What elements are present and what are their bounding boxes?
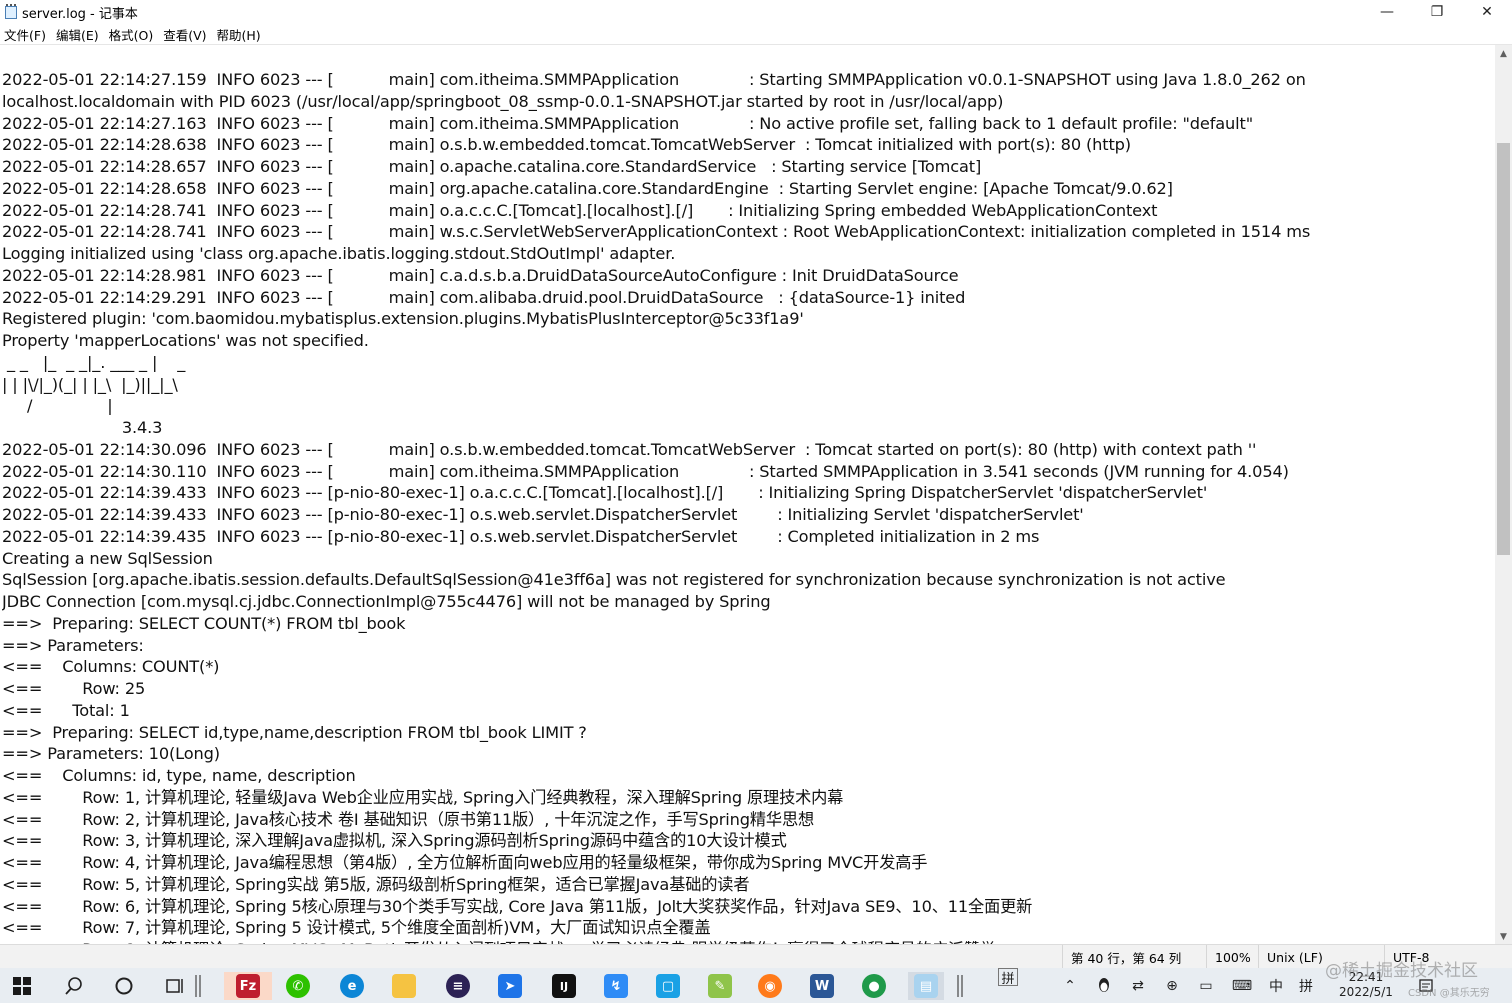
menu-edit[interactable]: 编辑(E) [52, 25, 103, 44]
input-language[interactable]: 中 [1264, 974, 1288, 998]
battery-icon[interactable]: ▭ [1194, 974, 1218, 998]
dingtalk-app-icon[interactable]: ↯ [598, 972, 634, 1000]
log-line: 2022-05-01 22:14:28.741 INFO 6023 --- [ … [2, 200, 1158, 220]
log-line: 2022-05-01 22:14:28.741 INFO 6023 --- [ … [2, 222, 1311, 242]
log-line: localhost.localdomain with PID 6023 (/us… [2, 91, 1004, 111]
log-line: 2022-05-01 22:14:39.433 INFO 6023 --- [p… [2, 505, 1084, 524]
log-line: Creating a new SqlSession [2, 548, 213, 568]
menu-view[interactable]: 查看(V) [159, 25, 210, 44]
file-explorer-app-icon[interactable] [386, 972, 422, 1000]
title-bar: server.log - 记事本 — ❐ ✕ [0, 0, 1512, 24]
keyboard-icon[interactable]: ⌨ [1230, 974, 1254, 998]
scroll-down-arrow-icon[interactable]: ▼ [1495, 928, 1512, 944]
scroll-up-arrow-icon[interactable]: ▲ [1495, 45, 1512, 62]
watermark: @稀土掘金技术社区 [1325, 961, 1478, 981]
text-editor[interactable]: 2022-05-01 22:14:27.159 INFO 6023 --- [ … [0, 44, 1512, 944]
log-line: <== Row: 3, 计算机理论, 深入理解Java虚拟机, 深入Spring… [2, 831, 787, 851]
log-line: 2022-05-01 22:14:28.981 INFO 6023 --- [ … [2, 265, 959, 285]
log-line: <== Row: 6, 计算机理论, Spring 5核心原理与30个类手写实战… [2, 896, 1033, 916]
start-button[interactable] [4, 972, 40, 1000]
search-icon[interactable] [56, 972, 92, 1000]
close-button[interactable]: ✕ [1462, 0, 1512, 24]
log-line: / | [2, 396, 158, 416]
log-line: 2022-05-01 22:14:39.433 INFO 6023 --- [p… [2, 483, 1208, 503]
ime-pinyin[interactable]: 拼 [1294, 974, 1318, 998]
word-app-icon[interactable]: W [804, 972, 840, 1000]
log-line: ==> Preparing: SELECT COUNT(*) FROM tbl_… [2, 613, 406, 633]
restore-button[interactable]: ❐ [1412, 0, 1462, 24]
scrollbar-thumb[interactable] [1497, 143, 1510, 555]
menu-help[interactable]: 帮助(H) [213, 25, 265, 44]
log-line: SqlSession [org.apache.ibatis.session.de… [2, 570, 1226, 590]
log-line: _ _ |_ _ _|_. ___ _ | _ [2, 352, 191, 372]
log-line: <== Row: 7, 计算机理论, Spring 5 设计模式, 5个维度全面… [2, 918, 711, 938]
log-line: 2022-05-01 22:14:27.163 INFO 6023 --- [ … [2, 113, 1253, 133]
log-line: ==> Parameters: 10(Long) [2, 744, 220, 764]
log-line: 2022-05-01 22:14:27.159 INFO 6023 --- [ … [2, 70, 1306, 89]
log-line: <== Row: 5, 计算机理论, Spring实战 第5版, 源码级剖析Sp… [2, 874, 750, 894]
window-controls: — ❐ ✕ [1362, 0, 1512, 24]
minimize-button[interactable]: — [1362, 0, 1412, 24]
log-text-area[interactable]: 2022-05-01 22:14:27.159 INFO 6023 --- [ … [2, 69, 1492, 944]
log-line: ==> Preparing: SELECT id,type,name,descr… [2, 722, 587, 742]
log-line: Registered plugin: 'com.baomidou.mybatis… [2, 309, 804, 329]
log-line: Logging initialized using 'class org.apa… [2, 244, 676, 263]
filezilla-app-icon[interactable]: Fz [224, 972, 272, 1000]
feishu-app-icon[interactable]: ➤ [492, 972, 528, 1000]
notepad-icon [4, 4, 18, 20]
sliders-tray-icon[interactable]: ⇄ [1126, 974, 1150, 998]
cortana-icon[interactable] [106, 972, 142, 1000]
log-line: <== Columns: COUNT(*) [2, 657, 220, 677]
log-line: ==> Parameters: [2, 635, 149, 655]
log-line: 2022-05-01 22:14:39.435 INFO 6023 --- [p… [2, 526, 1040, 546]
log-line: <== Row: 25 [2, 679, 146, 698]
watermark-small: CSDN @其乐无穷 [1408, 988, 1490, 999]
log-line: 2022-05-01 22:14:28.638 INFO 6023 --- [ … [2, 135, 1131, 155]
log-line: 3.4.3 [2, 418, 168, 437]
log-line: <== Row: 2, 计算机理论, Java核心技术 卷I 基础知识（原书第1… [2, 809, 815, 829]
menu-bar: 文件(F) 编辑(E) 格式(O) 查看(V) 帮助(H) [0, 24, 1512, 44]
firefox-app-icon[interactable]: ◉ [752, 972, 788, 1000]
log-line: 2022-05-01 22:14:28.657 INFO 6023 --- [ … [2, 157, 982, 176]
log-line: 2022-05-01 22:14:30.110 INFO 6023 --- [ … [2, 461, 1289, 481]
log-line: <== Total: 1 [2, 700, 130, 720]
qq-tray-icon[interactable] [1092, 974, 1116, 998]
log-line: Property 'mapperLocations' was not speci… [2, 331, 369, 350]
taskbar: Fz ✆ e ≡ ➤ IJ ↯ ▢ ✎ ◉ W ● ▤ 拼 ⌃ ⇄ ⊕ ▭ ⌨ … [0, 961, 1512, 1003]
chevron-up-icon[interactable]: ⌃ [1058, 974, 1082, 998]
zoom-level: 100% [1206, 945, 1258, 969]
log-line: 2022-05-01 22:14:29.291 INFO 6023 --- [ … [2, 287, 966, 307]
green-app-icon[interactable]: ● [856, 972, 892, 1000]
screenshot-app-icon[interactable]: ▢ [650, 972, 686, 1000]
menu-format[interactable]: 格式(O) [105, 25, 158, 44]
log-line: 2022-05-01 22:14:30.096 INFO 6023 --- [ … [2, 439, 1257, 459]
windows-logo-icon [13, 977, 31, 995]
notepad-app-icon[interactable]: ▤ [908, 972, 944, 1000]
edge-app-icon[interactable]: e [334, 972, 370, 1000]
log-line: 2022-05-01 22:14:28.658 INFO 6023 --- [ … [2, 178, 1173, 198]
log-line: <== Row: 1, 计算机理论, 轻量级Java Web企业应用实战, Sp… [2, 787, 844, 807]
intellij-app-icon[interactable]: IJ [546, 972, 582, 1000]
task-view-icon[interactable] [156, 972, 192, 1000]
taskbar-divider [188, 972, 208, 1000]
wechat-app-icon[interactable]: ✆ [280, 972, 316, 1000]
vertical-scrollbar[interactable]: ▲ ▼ [1495, 45, 1512, 944]
log-line: <== Row: 4, 计算机理论, Java编程思想（第4版）, 全方位解析面… [2, 853, 928, 872]
ime-mode-indicator[interactable]: 拼 [998, 968, 1018, 987]
notepad-plus-app-icon[interactable]: ✎ [702, 972, 738, 1000]
taskbar-divider-2 [950, 972, 970, 1000]
eclipse-app-icon[interactable]: ≡ [440, 972, 476, 1000]
menu-file[interactable]: 文件(F) [0, 25, 50, 44]
globe-icon[interactable]: ⊕ [1160, 974, 1184, 998]
status-bar: 第 40 行，第 64 列 100% Unix (LF) UTF-8 [0, 944, 1512, 969]
window-title: server.log - 记事本 [22, 6, 138, 22]
log-line: JDBC Connection [com.mysql.cj.jdbc.Conne… [2, 592, 771, 611]
cursor-position: 第 40 行，第 64 列 [1062, 945, 1206, 969]
clock-date: 2022/5/1 [1339, 985, 1393, 999]
log-line: | | |\/|_)(_| | |_\ |_)||_|_\ [2, 374, 183, 394]
log-line: <== Columns: id, type, name, description [2, 766, 356, 785]
